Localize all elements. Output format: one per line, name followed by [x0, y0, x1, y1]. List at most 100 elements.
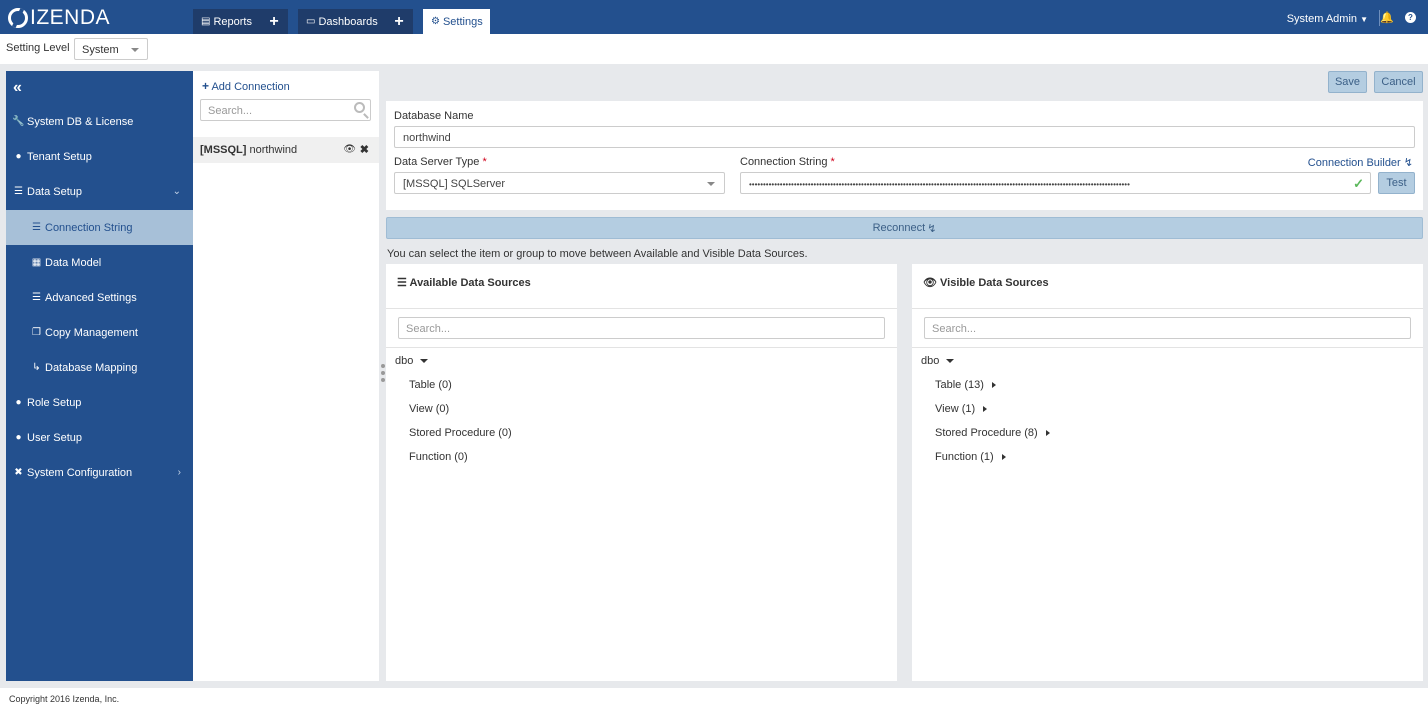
reconnect-button[interactable]: Reconnect ↯ — [386, 217, 1423, 239]
connection-string-value: ••••••••••••••••••••••••••••••••••••••••… — [749, 180, 1130, 189]
sidebar-item-user-setup[interactable]: ● User Setup — [6, 420, 193, 455]
sidebar-item-database-mapping[interactable]: ↳ Database Mapping — [6, 350, 193, 385]
test-button[interactable]: Test — [1378, 172, 1415, 194]
chevron-down-icon: ▼ — [1360, 15, 1368, 24]
visible-search-placeholder: Search... — [932, 323, 977, 335]
connection-search-placeholder: Search... — [208, 105, 253, 117]
sidebar-item-tenant-setup[interactable]: ● Tenant Setup — [6, 139, 193, 174]
users-icon: ● — [15, 151, 22, 162]
tree-schema-dbo[interactable]: dbo — [921, 355, 955, 367]
add-report-button[interactable]: + — [260, 9, 288, 34]
available-search-input[interactable]: Search... — [398, 317, 885, 339]
tree-item-function[interactable]: Function (0) — [409, 451, 468, 463]
tree-item-label: View (1) — [935, 403, 976, 415]
grid-icon: ▦ — [31, 257, 42, 268]
footer: Copyright 2016 Izenda, Inc. — [0, 688, 1428, 709]
data-server-type-label: Data Server Type * — [394, 156, 487, 168]
tree-item-function[interactable]: Function (1) — [935, 451, 1006, 463]
schema-label: dbo — [395, 355, 414, 367]
available-data-sources-panel: ☰ Available Data Sources Search... dbo T… — [386, 264, 897, 681]
delete-icon[interactable]: ✖ — [360, 143, 369, 156]
sidebar-item-label: User Setup — [27, 431, 83, 444]
caret-right-icon — [1001, 454, 1006, 460]
tree-item-label: Table (0) — [409, 379, 452, 391]
caret-right-icon — [1045, 430, 1050, 436]
bell-icon[interactable]: 🔔 — [1380, 11, 1394, 24]
plus-icon: + — [202, 79, 210, 93]
database-name-input[interactable]: northwind — [394, 126, 1415, 148]
sidebar-item-label: Advanced Settings — [45, 291, 137, 304]
tools-icon: ✖ — [14, 467, 23, 478]
data-setup-icon: ☰ — [14, 186, 23, 197]
tab-settings-label: Settings — [442, 15, 483, 28]
add-dashboard-button[interactable]: + — [385, 9, 413, 34]
caret-right-icon — [983, 406, 988, 412]
divider — [912, 347, 1423, 348]
caret-right-icon — [991, 382, 996, 388]
connection-item[interactable]: [MSSQL] northwind 👁 ✖ — [193, 137, 379, 163]
connection-builder-link[interactable]: Connection Builder ↯ — [1308, 156, 1413, 169]
chevron-down-icon: ⌄ — [172, 186, 181, 197]
tree-item-label: Function (1) — [935, 451, 994, 463]
lightning-icon: ↯ — [1403, 157, 1413, 169]
setting-level-bar: Setting Level System — [0, 34, 1428, 64]
collapse-sidebar-icon[interactable]: « — [13, 79, 22, 97]
save-button[interactable]: Save — [1328, 71, 1367, 93]
reconnect-label: Reconnect — [872, 222, 926, 234]
setting-level-label: Setting Level — [6, 42, 70, 54]
connection-string-input[interactable]: ••••••••••••••••••••••••••••••••••••••••… — [740, 172, 1371, 194]
sidebar-item-connection-string[interactable]: ☰ Connection String — [6, 210, 193, 245]
logo-text: IZENDA — [30, 6, 111, 29]
eye-icon[interactable]: 👁 — [343, 144, 356, 155]
add-connection-button[interactable]: + Add Connection — [202, 79, 290, 93]
help-icon[interactable]: ? — [1405, 12, 1416, 23]
eye-icon: 👁 — [923, 277, 937, 289]
cancel-button[interactable]: Cancel — [1374, 71, 1423, 93]
user-menu[interactable]: System Admin ▼ — [1287, 13, 1368, 25]
logo[interactable]: IZENDA — [8, 6, 110, 30]
sidebar-item-label: Connection String — [45, 221, 133, 234]
sidebar-item-system-configuration[interactable]: ✖ System Configuration › — [6, 455, 193, 490]
tree-item-table[interactable]: Table (13) — [935, 379, 996, 391]
add-connection-label: Add Connection — [211, 81, 290, 93]
data-sources-hint: You can select the item or group to move… — [387, 248, 808, 260]
connection-search-input[interactable]: Search... — [200, 99, 371, 121]
visible-search-input[interactable]: Search... — [924, 317, 1411, 339]
tab-dashboards[interactable]: ▭ Dashboards — [298, 9, 386, 34]
sidebar-item-copy-management[interactable]: ❐ Copy Management — [6, 315, 193, 350]
setting-level-select[interactable]: System — [74, 38, 148, 60]
tree-item-view[interactable]: View (0) — [409, 403, 449, 415]
tree-schema-dbo[interactable]: dbo — [395, 355, 429, 367]
tab-reports[interactable]: ▤ Reports — [193, 9, 260, 34]
divider — [386, 347, 897, 348]
search-icon — [354, 102, 365, 113]
sidebar-item-data-model[interactable]: ▦ Data Model — [6, 245, 193, 280]
sidebar-item-role-setup[interactable]: ● Role Setup — [6, 385, 193, 420]
sidebar-item-advanced-settings[interactable]: ☰ Advanced Settings — [6, 280, 193, 315]
required-mark: * — [830, 156, 835, 168]
tree-item-view[interactable]: View (1) — [935, 403, 988, 415]
tree-item-label: View (0) — [409, 403, 450, 415]
data-server-type-select[interactable]: [MSSQL] SQLServer — [394, 172, 725, 194]
tree-item-stored-procedure[interactable]: Stored Procedure (0) — [409, 427, 512, 439]
sidebar-item-system-db[interactable]: 🔧 System DB & License — [6, 104, 193, 139]
sidebar-item-label: Copy Management — [45, 326, 138, 339]
tree-item-table[interactable]: Table (0) — [409, 379, 452, 391]
test-button-label: Test — [1386, 177, 1407, 189]
required-mark: * — [482, 156, 487, 168]
tree-item-label: Stored Procedure (0) — [409, 427, 512, 439]
users-icon: ● — [15, 397, 22, 408]
save-button-label: Save — [1334, 76, 1361, 88]
sidebar-item-label: Tenant Setup — [27, 150, 92, 163]
lightning-icon: ↯ — [927, 222, 937, 235]
tree-item-label: Function (0) — [409, 451, 468, 463]
tree-item-stored-procedure[interactable]: Stored Procedure (8) — [935, 427, 1050, 439]
sidebar-item-data-setup[interactable]: ☰ Data Setup ⌄ — [6, 174, 193, 209]
tab-settings[interactable]: ⚙ Settings — [423, 9, 490, 34]
tab-dashboards-label: Dashboards — [318, 15, 378, 28]
caret-down-icon — [131, 48, 139, 52]
sidebar-item-label: Database Mapping — [45, 361, 138, 374]
panel-splitter-handle[interactable] — [381, 364, 385, 385]
tree-item-label: Table (13) — [935, 379, 984, 391]
caret-down-icon — [707, 182, 715, 186]
